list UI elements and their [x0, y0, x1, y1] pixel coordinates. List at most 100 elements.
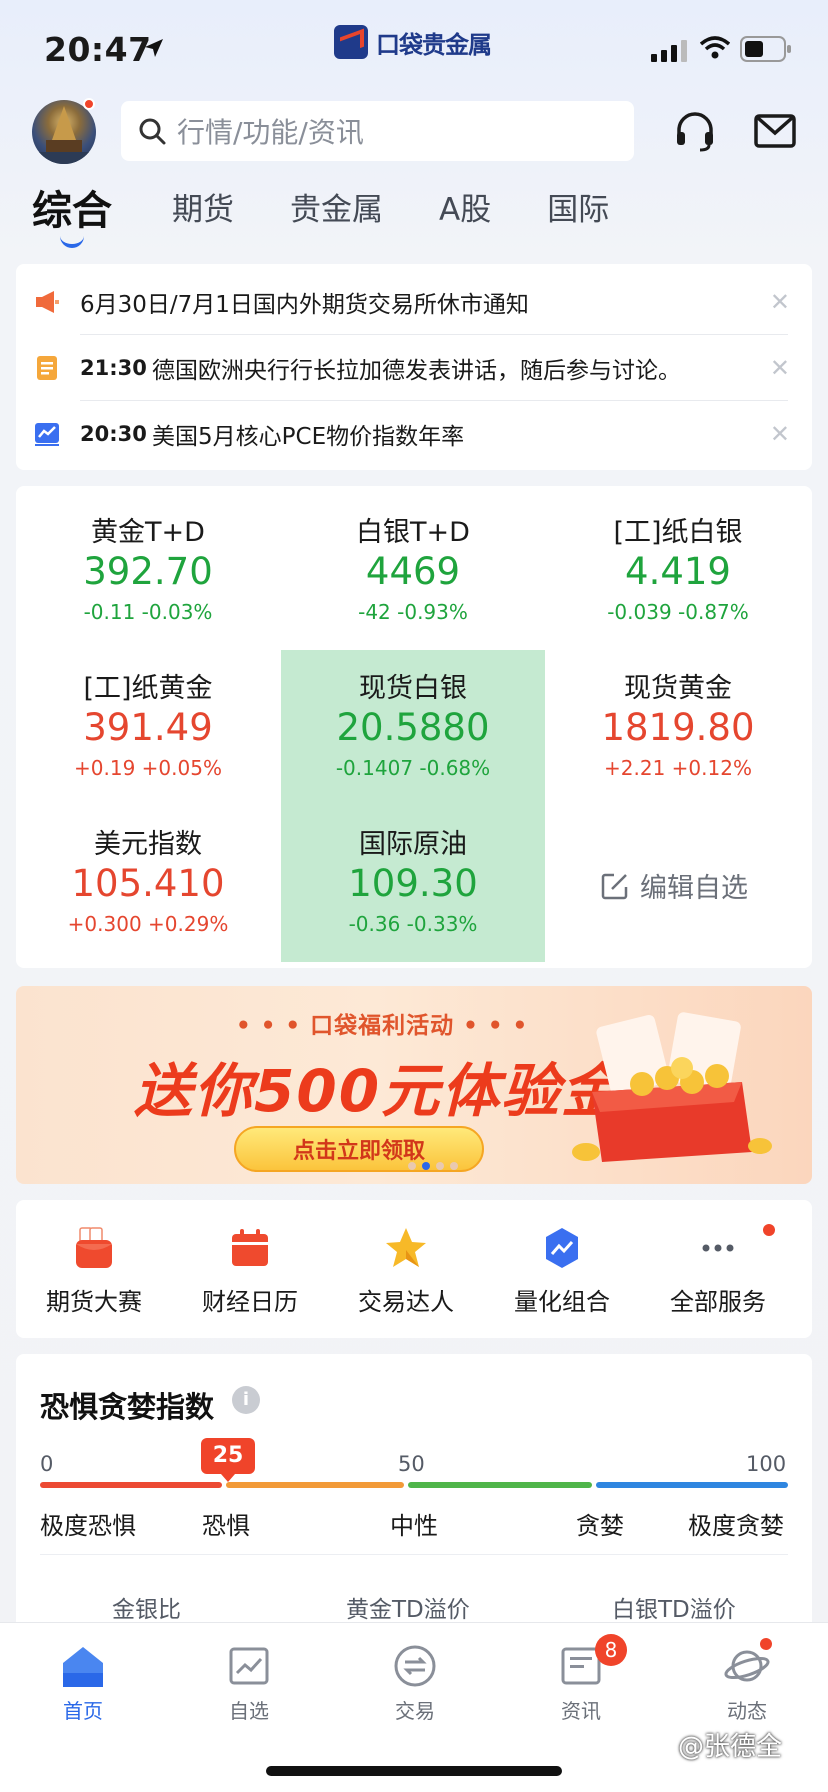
- nav-home[interactable]: 首页: [0, 1623, 166, 1733]
- gold-td-premium-label[interactable]: 黄金TD溢价: [346, 1590, 470, 1624]
- shortcut-quant-portfolio[interactable]: 量化组合: [484, 1200, 640, 1338]
- star-icon: [386, 1228, 426, 1267]
- nav-feed[interactable]: 动态: [664, 1623, 828, 1733]
- scale-segment-greed: [408, 1482, 592, 1488]
- notice-item[interactable]: 6月30日/7月1日国内外期货交易所休市通知 ✕: [16, 270, 812, 334]
- quote-change: -0.1407 -0.68%: [335, 756, 491, 780]
- quote-cell[interactable]: 白银T+D 4469 -42 -0.93%: [281, 486, 545, 642]
- edit-icon: [601, 873, 628, 899]
- shortcut-all-services[interactable]: 全部服务: [640, 1200, 796, 1338]
- silver-td-premium-label[interactable]: 白银TD溢价: [612, 1590, 736, 1624]
- tab-comprehensive[interactable]: 综合: [32, 188, 112, 234]
- shortcut-grid: 期货大赛 财经日历 交易达人 量化组合 全部服务: [16, 1200, 812, 1338]
- edit-favorites-button[interactable]: 编辑自选: [600, 866, 748, 905]
- search-bar[interactable]: 行情/功能/资讯: [121, 101, 634, 161]
- shortcut-label: 全部服务: [670, 1288, 766, 1316]
- scale-tick: 0: [40, 1452, 54, 1476]
- tab-international[interactable]: 国际: [547, 188, 609, 232]
- close-icon[interactable]: ✕: [770, 288, 790, 316]
- nav-trade[interactable]: 交易: [332, 1623, 498, 1733]
- quote-change: +0.19 +0.05%: [74, 756, 222, 780]
- planet-icon: [724, 1650, 770, 1682]
- quote-price: 392.70: [83, 550, 213, 593]
- scale-segment-fear: [226, 1482, 404, 1488]
- scale-label: 贪婪: [576, 1512, 624, 1540]
- search-placeholder: 行情/功能/资讯: [177, 116, 364, 149]
- banner-pagination: [408, 1162, 458, 1170]
- news-count-badge: 8: [595, 1634, 627, 1666]
- notification-dot: [760, 1638, 772, 1650]
- shortcut-trading-expert[interactable]: 交易达人: [328, 1200, 484, 1338]
- scale-label: 恐惧: [202, 1512, 250, 1540]
- shortcut-label: 量化组合: [514, 1288, 610, 1316]
- quote-price: 20.5880: [336, 706, 490, 749]
- fear-greed-title: 恐惧贪婪指数: [40, 1390, 215, 1424]
- divider: [80, 400, 788, 401]
- tab-futures[interactable]: 期货: [172, 188, 234, 232]
- info-icon[interactable]: i: [232, 1386, 260, 1414]
- status-bar: 20:47 口袋贵金属: [0, 0, 828, 96]
- quote-cell[interactable]: [工]纸白银 4.419 -0.039 -0.87%: [546, 486, 810, 642]
- shortcut-label: 期货大赛: [46, 1288, 142, 1316]
- pagination-dot-active[interactable]: [422, 1162, 430, 1170]
- fear-greed-card: 恐惧贪婪指数 i 0 50 100 25 极度恐惧 恐惧 中性 贪婪 极度贪婪 …: [16, 1354, 812, 1654]
- quote-name: [工]纸白银: [613, 517, 743, 548]
- mail-icon[interactable]: [752, 108, 798, 154]
- quote-price: 1819.80: [601, 706, 755, 749]
- nav-label: 资讯: [561, 1699, 601, 1723]
- watchlist-chart-icon: [229, 1647, 269, 1685]
- scale-segment-extreme-fear: [40, 1482, 222, 1488]
- nav-label: 首页: [63, 1699, 103, 1723]
- pagination-dot[interactable]: [436, 1162, 444, 1170]
- quote-change: -0.11 -0.03%: [83, 600, 213, 624]
- app-title: 口袋贵金属: [334, 22, 492, 62]
- home-indicator[interactable]: [266, 1766, 562, 1776]
- wifi-icon: [700, 36, 730, 59]
- nav-watchlist[interactable]: 自选: [166, 1623, 332, 1733]
- tab-precious-metals[interactable]: 贵金属: [290, 188, 383, 232]
- status-time: 20:47: [44, 30, 152, 69]
- gold-silver-ratio-label[interactable]: 金银比: [112, 1590, 181, 1624]
- notice-item[interactable]: 21:30 德国欧洲央行行长拉加德发表讲话，随后参与讨论。 ✕: [16, 336, 812, 400]
- close-icon[interactable]: ✕: [770, 420, 790, 448]
- search-icon: [139, 118, 166, 145]
- promo-banner[interactable]: • • • 口袋福利活动 • • • 送你500元体验金 点击立即领取: [16, 986, 812, 1184]
- banner-subtitle: • • • 口袋福利活动 • • •: [236, 1013, 529, 1039]
- quote-name: 国际原油: [359, 829, 467, 860]
- quote-cell[interactable]: 现货黄金 1819.80 +2.21 +0.12%: [546, 642, 810, 798]
- notice-list: 6月30日/7月1日国内外期货交易所休市通知 ✕ 21:30 德国欧洲央行行长拉…: [16, 264, 812, 470]
- nav-news[interactable]: 资讯: [498, 1623, 664, 1733]
- shortcut-calendar[interactable]: 财经日历: [172, 1200, 328, 1338]
- quote-cell-highlighted[interactable]: 现货白银 20.5880 -0.1407 -0.68%: [281, 650, 545, 806]
- quote-change: -0.36 -0.33%: [348, 912, 478, 936]
- pagination-dot[interactable]: [408, 1162, 416, 1170]
- quote-name: 白银T+D: [356, 517, 470, 548]
- scale-segment-extreme-greed: [596, 1482, 788, 1488]
- tab-a-shares[interactable]: A股: [439, 188, 491, 232]
- headset-icon[interactable]: [672, 108, 718, 154]
- quote-cell[interactable]: 黄金T+D 392.70 -0.11 -0.03%: [16, 486, 280, 642]
- scale-tick: 100: [746, 1452, 787, 1476]
- notice-time: 21:30: [80, 356, 147, 380]
- close-icon[interactable]: ✕: [770, 354, 790, 382]
- notice-item[interactable]: 20:30 美国5月核心PCE物价指数年率 ✕: [16, 402, 812, 466]
- quote-change: +2.21 +0.12%: [604, 756, 752, 780]
- pagination-dot[interactable]: [450, 1162, 458, 1170]
- nav-label: 交易: [395, 1699, 435, 1723]
- category-tabs: 综合 期货 贵金属 A股 国际: [32, 188, 665, 258]
- home-icon: [63, 1647, 103, 1687]
- quote-change: +0.300 +0.29%: [67, 912, 229, 936]
- quote-cell[interactable]: 美元指数 105.410 +0.300 +0.29%: [16, 798, 280, 954]
- quote-cell[interactable]: [工]纸黄金 391.49 +0.19 +0.05%: [16, 642, 280, 798]
- quote-name: 美元指数: [94, 829, 202, 860]
- quote-cell-highlighted[interactable]: 国际原油 109.30 -0.36 -0.33%: [281, 806, 545, 962]
- scale-label: 极度贪婪: [688, 1512, 784, 1540]
- shortcut-futures-contest[interactable]: 期货大赛: [16, 1200, 172, 1338]
- avatar-notification-dot: [83, 98, 95, 110]
- quote-price: 4469: [365, 550, 461, 593]
- divider: [80, 334, 788, 335]
- notice-text: 德国欧洲央行行长拉加德发表讲话，随后参与讨论。: [152, 358, 681, 384]
- shortcut-label: 财经日历: [202, 1288, 298, 1316]
- quote-change: -42 -0.93%: [358, 600, 468, 624]
- quote-name: 黄金T+D: [91, 517, 205, 548]
